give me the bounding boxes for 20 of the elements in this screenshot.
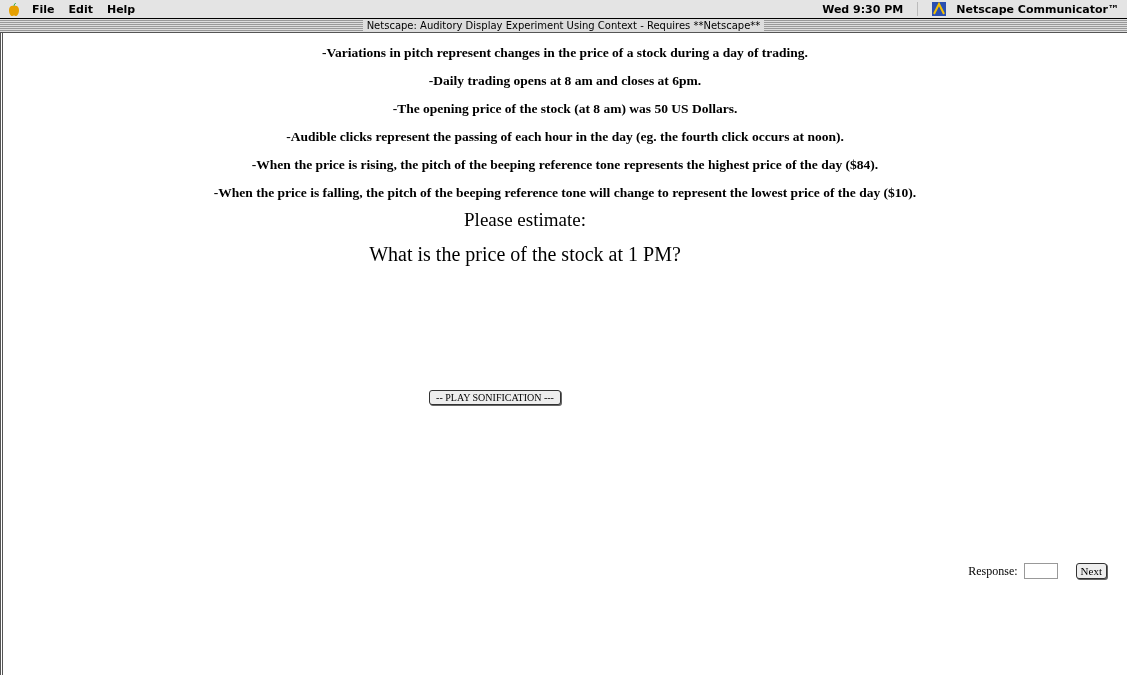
play-sonification-button[interactable]: -- PLAY SONIFICATION --- [429, 390, 561, 405]
menu-item[interactable]: Edit [66, 2, 95, 16]
window-title: Netscape: Auditory Display Experiment Using Context - Requires **Netscape** [362, 20, 765, 31]
app-name[interactable]: Netscape Communicator™ [956, 2, 1119, 16]
next-button[interactable]: Next [1075, 563, 1107, 579]
response-field[interactable] [1023, 563, 1058, 579]
question-text: What is the price of the stock at 1 PM? [369, 243, 681, 266]
clock: Wed 9:30 PM [822, 2, 904, 16]
apple-icon[interactable] [8, 2, 20, 16]
app-icon[interactable] [932, 2, 947, 16]
response-label: Response: [968, 563, 1018, 579]
menu-item[interactable]: File [30, 2, 57, 16]
instruction-text: -Variations in pitch represent changes in the price of a stock during a day of trading. [322, 44, 808, 62]
instruction-text: -The opening price of the stock (at 8 am) was 50 US Dollars. [392, 100, 738, 118]
prompt-text: Please estimate: [464, 209, 586, 231]
menu-item[interactable]: Help [104, 2, 138, 16]
instruction-text: -When the price is rising, the pitch of the beeping reference tone represents the highest price of the day ($84). [251, 156, 879, 174]
instruction-text: -Audible clicks represent the passing of each hour in the day (eg. the fourth click occurs at noon). [286, 128, 844, 146]
instruction-text: -Daily trading opens at 8 am and closes at 6pm. [428, 72, 702, 90]
instruction-text: -When the price is falling, the pitch of the beeping reference tone will change to represent the lowest price of the day ($10). [213, 184, 917, 202]
